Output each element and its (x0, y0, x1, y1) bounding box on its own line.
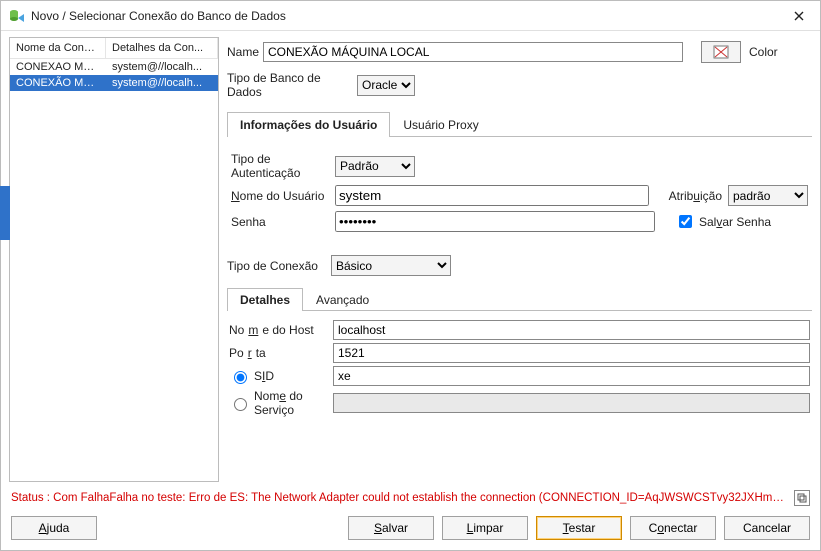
dialog-body: Nome da Conexão Detalhes da Con... CONEX… (1, 31, 820, 488)
conntype-select[interactable]: Básico (331, 255, 451, 276)
role-select[interactable]: padrão (728, 185, 808, 206)
connection-name-input[interactable] (263, 42, 683, 62)
list-item-details: system@//localh... (106, 59, 218, 75)
port-input[interactable] (333, 343, 810, 363)
list-item-name: CONEXÃO MÁQU... (10, 75, 106, 91)
dbtype-row: Tipo de Banco de Dados Oracle (227, 71, 812, 99)
help-button[interactable]: Ajuda (11, 516, 97, 540)
password-row: Senha Salvar Senha (231, 211, 808, 232)
connections-list-body[interactable]: CONEXAO MAQU... system@//localh... CONEX… (10, 59, 218, 481)
sid-label: SID (254, 369, 274, 383)
copy-status-icon[interactable] (794, 490, 810, 506)
col-header-details: Detalhes da Con... (106, 38, 218, 58)
connection-form: Name Color Tipo de Banco de Dados Oracle (227, 37, 812, 482)
color-swatch-icon (713, 45, 729, 59)
save-password-label: Salvar Senha (699, 215, 771, 229)
dbtype-select[interactable]: Oracle (357, 75, 415, 96)
list-item-name: CONEXAO MAQU... (10, 59, 106, 75)
list-item[interactable]: CONEXAO MAQU... system@//localh... (10, 59, 218, 75)
sid-radio[interactable] (234, 371, 247, 384)
port-row: Porta (229, 343, 810, 363)
conntype-row: Tipo de Conexão Básico (227, 255, 812, 276)
dialog-buttons: Ajuda Salvar Limpar Testar Conectar Canc… (1, 508, 820, 550)
subtab-advanced[interactable]: Avançado (303, 288, 382, 311)
connect-button[interactable]: Conectar (630, 516, 716, 540)
window-title: Novo / Selecionar Conexão do Banco de Da… (31, 9, 786, 23)
password-input[interactable] (335, 211, 655, 232)
username-label: Nome do Usuário (231, 189, 335, 203)
service-option[interactable]: Nome do Serviço (229, 389, 333, 417)
subtab-details[interactable]: Detalhes (227, 288, 303, 311)
list-item-details: system@//localh... (106, 75, 218, 91)
sid-input[interactable] (333, 366, 810, 386)
auth-tabs: Informações do Usuário Usuário Proxy (227, 111, 812, 137)
conntype-label: Tipo de Conexão (227, 259, 331, 273)
authtype-label: Tipo de Autenticação (231, 152, 335, 180)
status-text: Status : Com FalhaFalha no teste: Erro d… (11, 492, 788, 504)
color-label: Color (749, 45, 778, 59)
save-password-group: Salvar Senha (675, 212, 771, 231)
service-input (333, 393, 810, 413)
name-label: Name (227, 45, 263, 59)
connection-details: Nome do Host Porta SID (227, 311, 812, 426)
connections-list-header: Nome da Conexão Detalhes da Con... (10, 38, 218, 59)
service-radio[interactable] (234, 398, 247, 411)
name-row: Name Color (227, 41, 812, 63)
port-label: Porta (229, 346, 333, 360)
titlebar: Novo / Selecionar Conexão do Banco de Da… (1, 1, 820, 31)
cancel-button[interactable]: Cancelar (724, 516, 810, 540)
clear-button[interactable]: Limpar (442, 516, 528, 540)
password-label: Senha (231, 215, 335, 229)
sid-row: SID (229, 366, 810, 386)
status-bar: Status : Com FalhaFalha no teste: Erro d… (1, 488, 820, 508)
color-button[interactable] (701, 41, 741, 63)
tab-user-info[interactable]: Informações do Usuário (227, 112, 390, 137)
test-button[interactable]: Testar (536, 516, 622, 540)
dialog-window: Novo / Selecionar Conexão do Banco de Da… (0, 0, 821, 551)
detail-tabs: Detalhes Avançado (227, 287, 812, 311)
sid-option[interactable]: SID (229, 368, 333, 384)
save-button[interactable]: Salvar (348, 516, 434, 540)
role-group: Atribuição padrão (669, 185, 808, 206)
username-input[interactable] (335, 185, 649, 206)
close-button[interactable] (786, 3, 812, 29)
dbtype-label: Tipo de Banco de Dados (227, 71, 357, 99)
db-connect-icon (9, 8, 25, 24)
role-label: Atribuição (669, 189, 722, 203)
username-row: Nome do Usuário Atribuição padrão (231, 185, 808, 206)
host-label: Nome do Host (229, 323, 333, 337)
service-row: Nome do Serviço (229, 389, 810, 417)
external-sliver (0, 186, 10, 240)
host-input[interactable] (333, 320, 810, 340)
connections-list: Nome da Conexão Detalhes da Con... CONEX… (9, 37, 219, 482)
auth-section: Tipo de Autenticação Padrão Nome do Usuá… (227, 137, 812, 241)
tab-proxy-user[interactable]: Usuário Proxy (390, 112, 491, 137)
host-row: Nome do Host (229, 320, 810, 340)
authtype-row: Tipo de Autenticação Padrão (231, 152, 808, 180)
list-item[interactable]: CONEXÃO MÁQU... system@//localh... (10, 75, 218, 91)
col-header-name: Nome da Conexão (10, 38, 106, 58)
save-password-checkbox[interactable] (679, 215, 692, 228)
authtype-select[interactable]: Padrão (335, 156, 415, 177)
service-label: Nome do Serviço (254, 389, 333, 417)
